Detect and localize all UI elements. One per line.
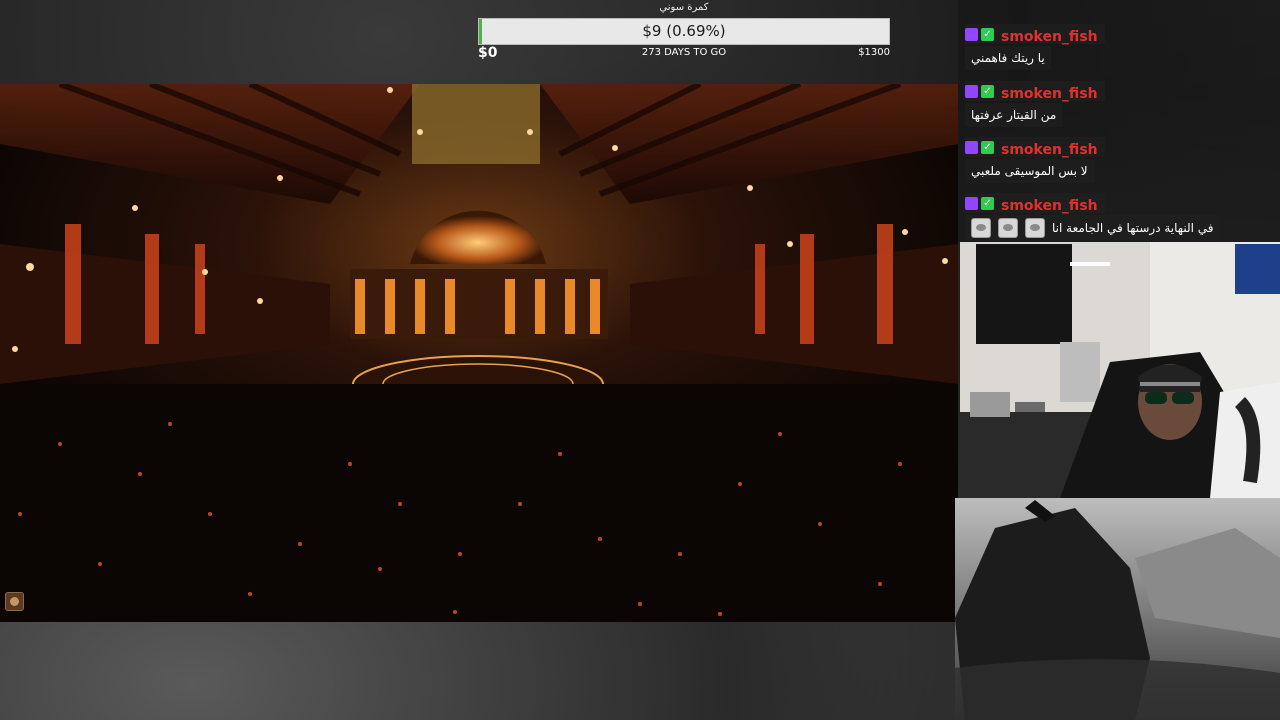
- twitch-badge-icon: [965, 141, 978, 154]
- emote-icon: [971, 218, 991, 238]
- verified-check-icon: ✓: [981, 85, 994, 98]
- chat-username[interactable]: smoken_fish: [1001, 86, 1098, 102]
- chat-overlay: ✓ smoken_fish يا ريتك فاهمني ✓ smoken_fi…: [958, 0, 1280, 242]
- verified-check-icon: ✓: [981, 197, 994, 210]
- donation-goal-widget: كمرة سوني $9 (0.69%) $0 273 DAYS TO GO $…: [478, 0, 890, 62]
- chat-message-header: ✓ smoken_fish: [965, 193, 1105, 214]
- verified-check-icon: ✓: [981, 28, 994, 41]
- twitch-badge-icon: [965, 197, 978, 210]
- chat-message-body: في النهاية درستها في الجامعة انا: [965, 215, 1220, 241]
- stream-overlay: كمرة سوني $9 (0.69%) $0 273 DAYS TO GO $…: [0, 0, 1280, 720]
- goal-progress-text: $9 (0.69%): [642, 22, 726, 40]
- chat-message-text: من القيتار عرفتها: [965, 103, 1063, 127]
- verified-check-icon: ✓: [981, 141, 994, 154]
- webcam-feed: [960, 242, 1280, 498]
- webcam-scene: [960, 242, 1280, 498]
- chat-message-text: لا بس الموسيقى ملعبي: [965, 159, 1094, 183]
- goal-target-amount: $1300: [858, 47, 890, 58]
- chat-username[interactable]: smoken_fish: [1001, 29, 1098, 45]
- chat-message-header: ✓ smoken_fish: [965, 137, 1105, 158]
- chat-message-text: في النهاية درستها في الجامعة انا: [1052, 221, 1214, 235]
- chat-message: ✓ smoken_fish لا بس الموسيقى ملعبي: [965, 137, 1276, 183]
- chat-message-header: ✓ smoken_fish: [965, 81, 1105, 102]
- chat-username[interactable]: smoken_fish: [1001, 142, 1098, 158]
- chat-message-header: ✓ smoken_fish: [965, 24, 1105, 45]
- chat-message: ✓ smoken_fish من القيتار عرفتها: [965, 81, 1276, 127]
- twitch-badge-icon: [965, 28, 978, 41]
- goal-title: كمرة سوني: [659, 2, 709, 13]
- chat-username[interactable]: smoken_fish: [1001, 198, 1098, 214]
- goal-days-left: 273 DAYS TO GO: [641, 47, 727, 58]
- concert-hall-scene: [0, 84, 958, 622]
- emote-icon: [998, 218, 1018, 238]
- twitch-badge-icon: [965, 85, 978, 98]
- emote-icon: [1025, 218, 1045, 238]
- chat-message: ✓ smoken_fish يا ريتك فاهمني: [965, 24, 1276, 70]
- main-video-player[interactable]: [0, 84, 958, 622]
- decorative-rock-scene: [955, 498, 1280, 720]
- chat-message: ✓ smoken_fish في النهاية درستها في الجام…: [965, 193, 1276, 241]
- goal-progress-bar: $9 (0.69%): [478, 18, 890, 45]
- channel-avatar-icon[interactable]: [5, 592, 24, 611]
- chat-message-text: يا ريتك فاهمني: [965, 46, 1051, 70]
